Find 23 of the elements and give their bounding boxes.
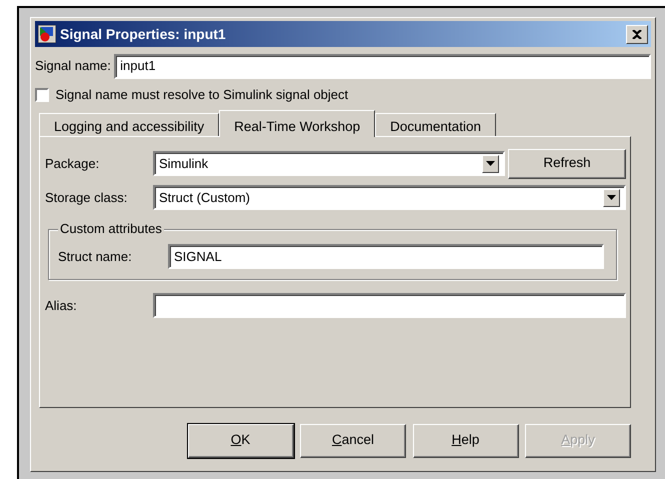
field-label: Alias: — [45, 296, 78, 315]
package-dropdown[interactable]: Simulink — [153, 151, 505, 176]
tab[interactable]: Logging and accessibility — [39, 112, 220, 136]
field-label: Storage class: — [45, 188, 128, 207]
tab[interactable]: Real-Time Workshop — [219, 110, 376, 136]
close-icon — [632, 30, 642, 38]
checkbox[interactable] — [35, 88, 49, 102]
field-label: Signal name: — [35, 57, 111, 76]
struct-name-field[interactable]: SIGNAL — [168, 244, 604, 269]
storage-class-dropdown[interactable]: Struct (Custom) — [153, 185, 626, 210]
tab[interactable]: Documentation — [375, 112, 496, 136]
field-label: Struct name: — [58, 248, 133, 266]
app-icon — [38, 25, 56, 43]
dialog-button[interactable]: OK — [188, 424, 294, 458]
window-title: Signal Properties: input1 — [60, 24, 227, 44]
field-label: Package: — [45, 154, 100, 173]
signal-name-field[interactable]: input1 — [114, 54, 651, 78]
checkbox-label: Signal name must resolve to Simulink signal object — [56, 86, 348, 104]
dialog-button[interactable]: Help — [412, 424, 518, 458]
refresh-button[interactable]: Refresh — [508, 148, 626, 178]
dialog-button[interactable]: Cancel — [300, 424, 406, 458]
close-button[interactable] — [626, 24, 648, 44]
alias-field[interactable] — [153, 293, 626, 318]
